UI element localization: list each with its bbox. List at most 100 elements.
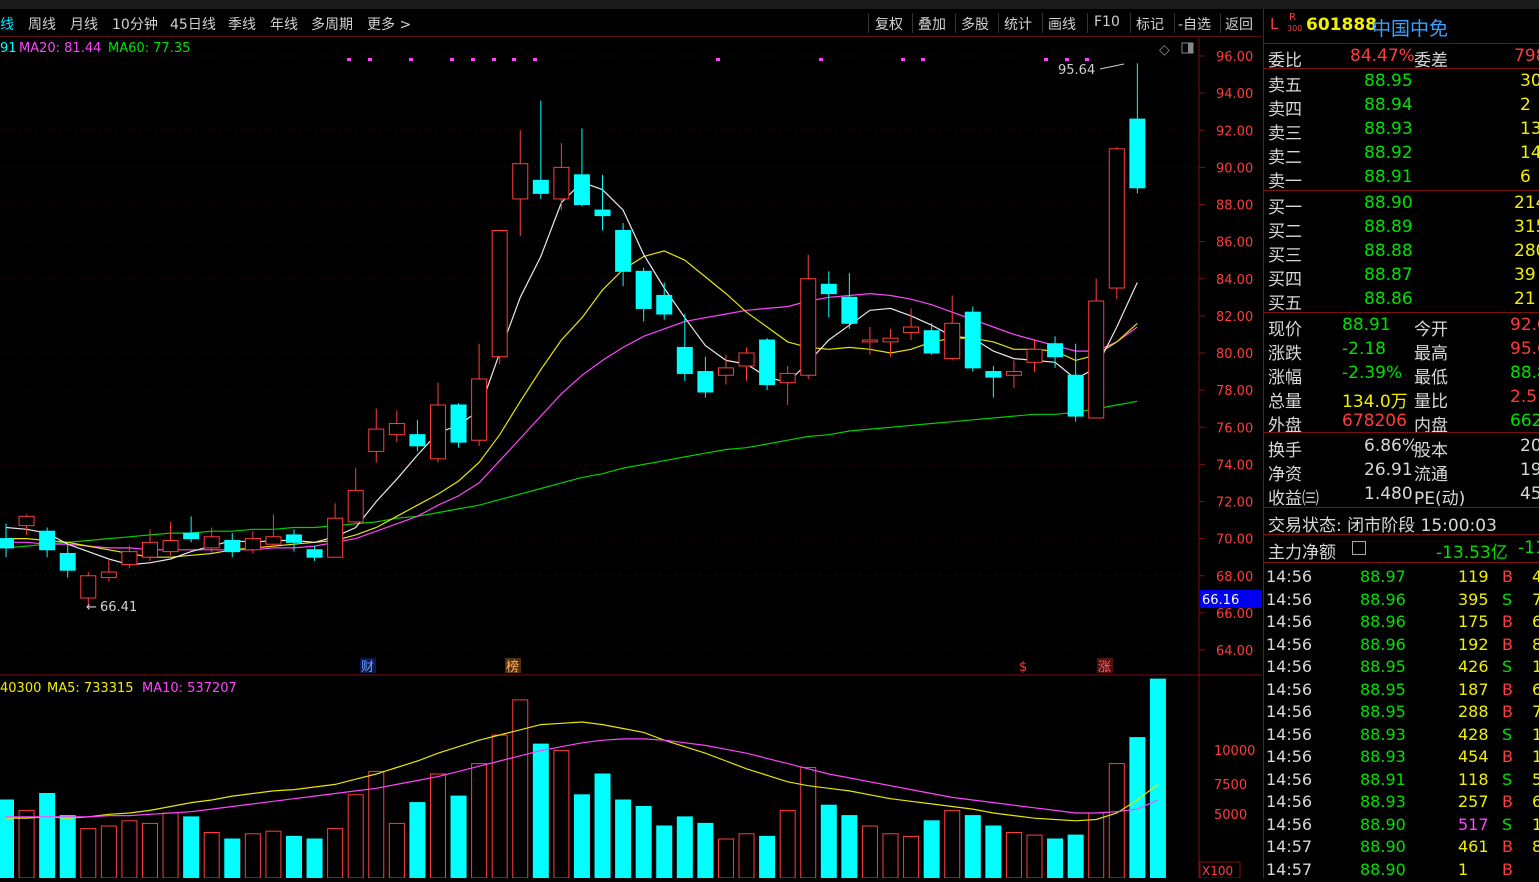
candle-up: [491, 229, 508, 358]
stat-row: 净资26.91流通19.5: [1264, 458, 1539, 485]
watchlist-button[interactable]: -自选: [1174, 14, 1215, 34]
restore-rights-button[interactable]: 复权: [871, 14, 907, 34]
event-mark-list[interactable]: 榜: [506, 659, 519, 675]
tab-more[interactable]: 更多 >: [367, 14, 411, 34]
candle-down: [964, 311, 981, 369]
volume-bar: [285, 835, 302, 879]
volume-bar: [0, 799, 14, 879]
volume-bar: [944, 809, 961, 879]
volume-bar: [471, 763, 488, 879]
mark-button[interactable]: 标记: [1132, 14, 1168, 34]
volume-bar: [1108, 763, 1125, 879]
trade-row: 14:56 88.93 454 B 1: [1264, 745, 1539, 769]
chart-toolbar: 线 周线 月线 10分钟 45日线 季线 年线 多周期 更多 > 复权 叠加 多…: [0, 9, 1262, 37]
volume-bar: [347, 794, 364, 879]
candle-down: [224, 539, 241, 553]
volume-bar: [882, 833, 899, 879]
trade-time: 14:56: [1266, 792, 1313, 811]
volume-bar: [327, 828, 344, 879]
tab-10min[interactable]: 10分钟: [112, 14, 158, 34]
candle-down: [656, 294, 673, 315]
trade-status-row: 交易状态: 闭市阶段 15:00:03: [1264, 509, 1539, 536]
signal-dot: [716, 58, 720, 61]
kline-chart-area[interactable]: 96.00 94.00 92.00 90.00 88.00 86.00 84.00 82.00…: [0, 37, 1262, 879]
vol-legend-lead: 40300: [0, 681, 41, 696]
multi-stock-button[interactable]: 多股: [957, 14, 993, 34]
trade-price: 88.95: [1360, 702, 1406, 721]
list-icon[interactable]: [1352, 541, 1366, 555]
candle-up: [903, 326, 920, 334]
candle-up: [429, 404, 446, 460]
trade-count: 6: [1532, 612, 1539, 631]
trade-volume: 461: [1458, 837, 1489, 856]
signal-dot: [921, 58, 925, 61]
diamond-icon[interactable]: ◇: [1159, 42, 1170, 58]
divider: [1264, 534, 1539, 535]
trade-row: 14:56 88.96 192 B 8: [1264, 633, 1539, 657]
stats-button[interactable]: 统计: [1000, 14, 1036, 34]
event-mark-financial[interactable]: 财: [361, 660, 374, 675]
price-axis: 96.00 94.00 92.00 90.00 88.00 86.00 84.00 82.00…: [1199, 50, 1253, 659]
tab-monthly[interactable]: 月线: [70, 14, 98, 34]
overlay-button[interactable]: 叠加: [914, 14, 950, 34]
stock-name: 中国中免: [1372, 18, 1449, 40]
trade-price: 88.96: [1360, 634, 1406, 654]
stat-value: 20.7: [1520, 436, 1539, 456]
vol-ma5-legend: MA5: 733315: [47, 681, 134, 696]
price-tick-label: 78.00: [1216, 384, 1253, 399]
quote-header: L R 300 601888 中国中免: [1264, 9, 1539, 43]
candle-up: [779, 372, 796, 384]
candle-down: [532, 179, 549, 194]
trade-time: 14:56: [1266, 679, 1313, 699]
candle-down: [409, 434, 426, 447]
trade-side: B: [1502, 567, 1513, 586]
tab-weekly[interactable]: 周线: [28, 14, 56, 34]
tab-yearly[interactable]: 年线: [270, 14, 298, 34]
candle-up: [100, 571, 117, 579]
draw-button[interactable]: 画线: [1044, 14, 1080, 34]
volume-bar: [1129, 737, 1146, 879]
vol-ma10-legend: MA10: 537207: [142, 681, 237, 696]
tab-daily[interactable]: 线: [0, 14, 14, 34]
event-mark-limit[interactable]: 涨: [1098, 660, 1111, 675]
tab-multi-period[interactable]: 多周期: [311, 14, 353, 34]
candle-down: [923, 330, 940, 354]
stat-value: 678206: [1342, 411, 1407, 431]
volume-bar: [491, 734, 508, 879]
high-price-label: 95.64: [1058, 63, 1095, 78]
trade-row: 14:56 88.95 187 B 6: [1264, 678, 1539, 702]
weibi-value: 84.47%: [1350, 46, 1415, 66]
volume-tick-label: 5000: [1214, 808, 1247, 823]
ask-volume: 6: [1520, 167, 1531, 187]
trade-price: 88.90: [1360, 859, 1406, 879]
stat-value: 2.5: [1510, 387, 1538, 407]
f10-button[interactable]: F10: [1090, 14, 1124, 30]
trade-side: S: [1502, 589, 1513, 609]
trade-side: B: [1502, 837, 1513, 856]
stat-value: 45: [1520, 484, 1539, 504]
price-tick-label: 82.00: [1216, 310, 1253, 325]
volume-bar: [532, 743, 549, 879]
volume-bar: [1088, 812, 1105, 879]
tab-45day[interactable]: 45日线: [170, 14, 216, 34]
current-price-tag-text: 66.16: [1202, 593, 1239, 608]
volume-bar: [594, 773, 611, 879]
trade-volume: 187: [1458, 679, 1489, 699]
back-button[interactable]: 返回: [1221, 14, 1257, 34]
volume-bar: [903, 835, 920, 879]
trade-volume: 395: [1458, 589, 1489, 609]
volume-bar: [39, 793, 56, 879]
trade-count: 5: [1532, 769, 1539, 789]
tab-quarterly[interactable]: 季线: [228, 14, 256, 34]
trade-price: 88.96: [1360, 589, 1406, 609]
low-price-label: 66.41: [100, 600, 137, 615]
trade-time: 14:56: [1266, 769, 1313, 789]
trade-count: 7: [1532, 589, 1539, 609]
event-mark-dollar[interactable]: $: [1019, 660, 1027, 675]
candle-up: [80, 575, 97, 599]
price-tick-label: 68.00: [1216, 570, 1253, 585]
volume-bar: [573, 794, 590, 879]
bid-row: 买二88.89315: [1264, 215, 1539, 242]
trade-volume: 192: [1458, 634, 1489, 654]
signal-dot: [1044, 58, 1048, 61]
